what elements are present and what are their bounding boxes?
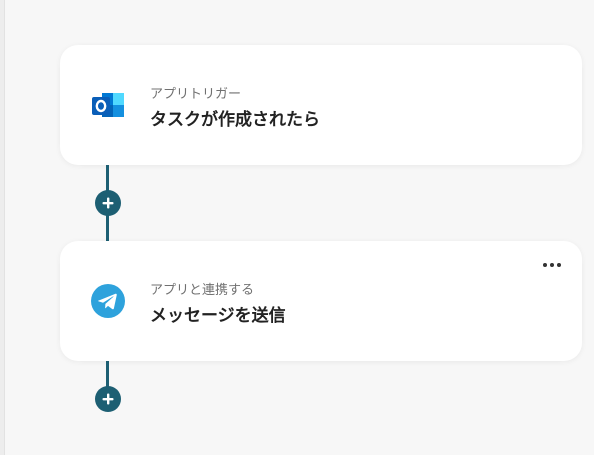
step-subtitle: アプリと連携する (150, 283, 255, 298)
add-step-button[interactable] (95, 190, 121, 216)
telegram-icon (90, 283, 126, 319)
step-title: メッセージを送信 (150, 306, 286, 326)
add-step-button[interactable] (95, 386, 121, 412)
outlook-icon (90, 87, 126, 123)
step-title: タスクが作成されたら (150, 110, 320, 130)
step-card-action[interactable]: アプリと連携する メッセージを送信 (60, 241, 582, 361)
flow-connector-line (106, 361, 109, 389)
plus-icon (102, 197, 114, 209)
plus-icon (102, 393, 114, 405)
step-subtitle: アプリトリガー (150, 87, 242, 102)
step-card-trigger[interactable]: アプリトリガー タスクが作成されたら (60, 45, 582, 165)
more-dots-icon (543, 263, 561, 267)
left-panel-border (0, 0, 5, 455)
more-options-button[interactable] (540, 257, 564, 273)
